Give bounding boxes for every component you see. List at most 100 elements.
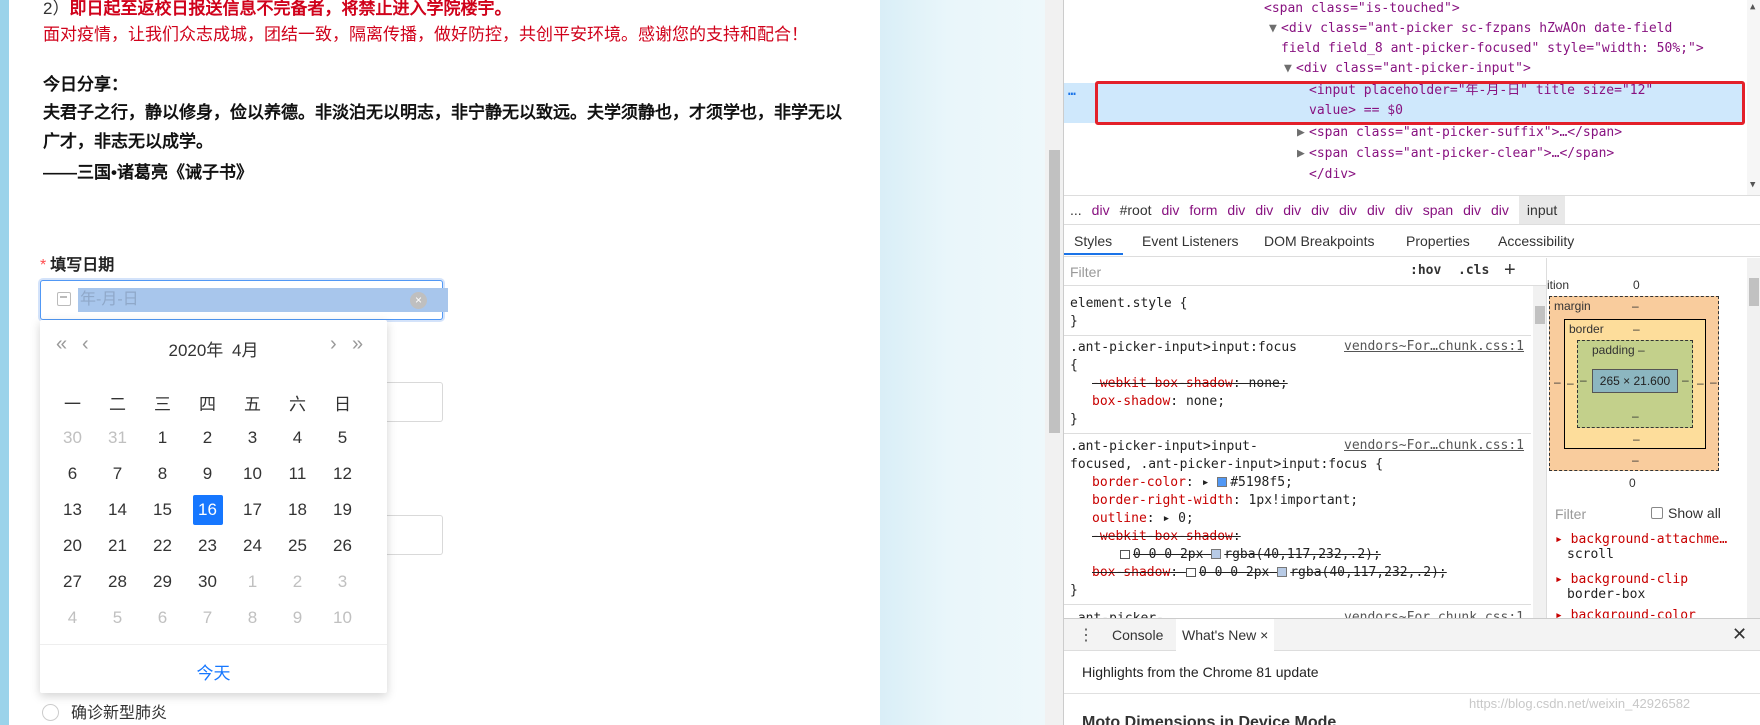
rule2-source-link[interactable]: vendors~For…chunk.css:1 <box>1344 438 1524 453</box>
elements-scrollbar[interactable]: ▲ ▼ <box>1747 0 1760 195</box>
picker-year[interactable]: 2020年 <box>168 341 223 360</box>
code-line-0[interactable]: <span class="is-touched"> <box>1264 0 1460 18</box>
rule1-prop1[interactable]: -webkit-box-shadow: none; <box>1092 375 1288 393</box>
code-line-1b[interactable]: field field_8 ant-picker-focused" style=… <box>1281 40 1704 58</box>
rule1-prop2[interactable]: box-shadow: none; <box>1092 393 1225 411</box>
breadcrumb-item[interactable]: ... <box>1070 202 1082 218</box>
node-actions-icon[interactable]: … <box>1068 84 1076 99</box>
breadcrumb-item[interactable]: div <box>1283 202 1301 218</box>
checkbox-icon[interactable] <box>1651 507 1663 519</box>
day-cell[interactable]: 28 <box>95 564 140 600</box>
shadow-editor-icon[interactable] <box>1120 550 1130 559</box>
day-cell-selected[interactable]: 16 <box>185 492 230 528</box>
day-cell[interactable]: 13 <box>50 492 95 528</box>
page-scrollbar-thumb[interactable] <box>1049 150 1060 433</box>
code-line-5[interactable]: ▶ <span class="ant-picker-clear">…</span> <box>1297 145 1614 163</box>
breadcrumb-item[interactable]: div <box>1491 202 1509 218</box>
hov-toggle[interactable]: :hov <box>1410 263 1441 278</box>
rule2-selector-b[interactable]: focused, .ant-picker-input>input:focus { <box>1070 456 1383 474</box>
color-swatch-icon[interactable] <box>1217 477 1228 487</box>
computed-filter-input[interactable]: Filter <box>1555 506 1586 522</box>
day-cell[interactable]: 30 <box>185 564 230 600</box>
date-input-placeholder[interactable]: 年-月-日 <box>78 288 448 312</box>
breadcrumb-item[interactable]: form <box>1189 202 1217 218</box>
day-cell[interactable]: 9 <box>275 600 320 636</box>
day-cell[interactable]: 23 <box>185 528 230 564</box>
day-cell[interactable]: 2 <box>275 564 320 600</box>
day-cell[interactable]: 9 <box>185 456 230 492</box>
close-drawer-icon[interactable]: ✕ <box>1732 624 1747 645</box>
close-tab-icon[interactable]: × <box>1260 627 1268 643</box>
day-cell[interactable]: 5 <box>320 420 365 456</box>
day-cell[interactable]: 5 <box>95 600 140 636</box>
radio-option[interactable]: 确诊新型肺炎 <box>42 699 167 723</box>
padding-box[interactable]: padding – – – – 265 × 21.600 <box>1577 340 1693 428</box>
day-cell[interactable]: 6 <box>50 456 95 492</box>
breadcrumb-item[interactable]: div <box>1463 202 1481 218</box>
day-cell[interactable]: 19 <box>320 492 365 528</box>
day-cell[interactable]: 25 <box>275 528 320 564</box>
day-cell[interactable]: 27 <box>50 564 95 600</box>
picker-month[interactable]: 4月 <box>232 341 258 360</box>
hidden-input-2[interactable] <box>380 515 443 555</box>
rule3-source-link[interactable]: vendors~For…chunk.css:1 <box>1344 610 1524 618</box>
day-cell[interactable]: 3 <box>230 420 275 456</box>
rule2-prop2[interactable]: border-right-width: 1px!important; <box>1092 492 1358 510</box>
code-line-6[interactable]: </div> <box>1309 166 1356 184</box>
rule1-selector[interactable]: .ant-picker-input>input:focus <box>1070 339 1297 357</box>
border-box[interactable]: border – – – – padding – – – – 265 × 21.… <box>1564 319 1706 449</box>
day-cell[interactable]: 3 <box>320 564 365 600</box>
show-all-checkbox[interactable]: Show all <box>1651 505 1721 521</box>
tab-styles[interactable]: Styles <box>1074 233 1112 249</box>
day-cell[interactable]: 20 <box>50 528 95 564</box>
tab-dom-breakpoints[interactable]: DOM Breakpoints <box>1264 233 1374 249</box>
content-box[interactable]: 265 × 21.600 <box>1592 369 1678 393</box>
hidden-input-1[interactable] <box>380 382 443 422</box>
styles-scrollbar[interactable] <box>1533 286 1546 618</box>
breadcrumb-item[interactable]: div <box>1367 202 1385 218</box>
tab-console[interactable]: Console <box>1112 627 1163 643</box>
day-cell[interactable]: 10 <box>320 600 365 636</box>
styles-filter-input[interactable]: Filter <box>1070 264 1101 280</box>
breadcrumb-item[interactable]: span <box>1423 202 1453 218</box>
breadcrumb-item[interactable]: #root <box>1120 202 1152 218</box>
shadow-editor-icon[interactable] <box>1185 568 1196 577</box>
day-cell[interactable]: 6 <box>140 600 185 636</box>
color-swatch-icon[interactable] <box>1277 567 1288 577</box>
computed-prop[interactable]: ▸ background-attachme… scroll <box>1555 532 1727 562</box>
rule2-selector-a[interactable]: .ant-picker-input>input- <box>1070 438 1258 456</box>
day-cell[interactable]: 14 <box>95 492 140 528</box>
day-cell[interactable]: 30 <box>50 420 95 456</box>
tab-accessibility[interactable]: Accessibility <box>1498 233 1574 249</box>
rule2-prop4-value[interactable]: 0 0 0 2px rgba(40,117,232,.2); <box>1120 546 1381 564</box>
styles-scrollbar-thumb[interactable] <box>1535 306 1545 324</box>
day-cell[interactable]: 7 <box>95 456 140 492</box>
tab-event-listeners[interactable]: Event Listeners <box>1142 233 1239 249</box>
day-cell[interactable]: 18 <box>275 492 320 528</box>
breadcrumb-current[interactable]: input <box>1518 196 1566 224</box>
tab-whats-new[interactable]: What's New × <box>1176 619 1275 651</box>
breadcrumb-item[interactable]: div <box>1311 202 1329 218</box>
day-cell[interactable]: 15 <box>140 492 185 528</box>
breadcrumb-item[interactable]: div <box>1339 202 1357 218</box>
new-rule-icon[interactable]: + <box>1504 259 1516 282</box>
day-cell[interactable]: 29 <box>140 564 185 600</box>
tab-properties[interactable]: Properties <box>1406 233 1470 249</box>
clear-icon[interactable]: × <box>410 292 427 309</box>
code-line-2[interactable]: ▼ <div class="ant-picker-input"> <box>1284 60 1531 78</box>
day-cell[interactable]: 10 <box>230 456 275 492</box>
rule2-prop4[interactable]: -webkit-box-shadow: <box>1092 528 1241 546</box>
breadcrumb-item[interactable]: div <box>1395 202 1413 218</box>
box-pane-scrollbar[interactable] <box>1747 258 1760 618</box>
day-cell[interactable]: 12 <box>320 456 365 492</box>
day-cell[interactable]: 31 <box>95 420 140 456</box>
date-input[interactable]: 年-月-日 × <box>40 280 448 320</box>
code-line-1[interactable]: ▼ <div class="ant-picker sc-fzpans hZwAOn… <box>1269 20 1672 38</box>
breadcrumb-item[interactable]: div <box>1162 202 1180 218</box>
code-line-4[interactable]: ▶ <span class="ant-picker-suffix">…</span… <box>1297 124 1622 142</box>
day-cell[interactable]: 7 <box>185 600 230 636</box>
breadcrumb-item[interactable]: div <box>1255 202 1273 218</box>
day-cell[interactable]: 11 <box>275 456 320 492</box>
day-cell[interactable]: 22 <box>140 528 185 564</box>
rule2-prop3[interactable]: outline: ▸ 0; <box>1092 510 1194 528</box>
